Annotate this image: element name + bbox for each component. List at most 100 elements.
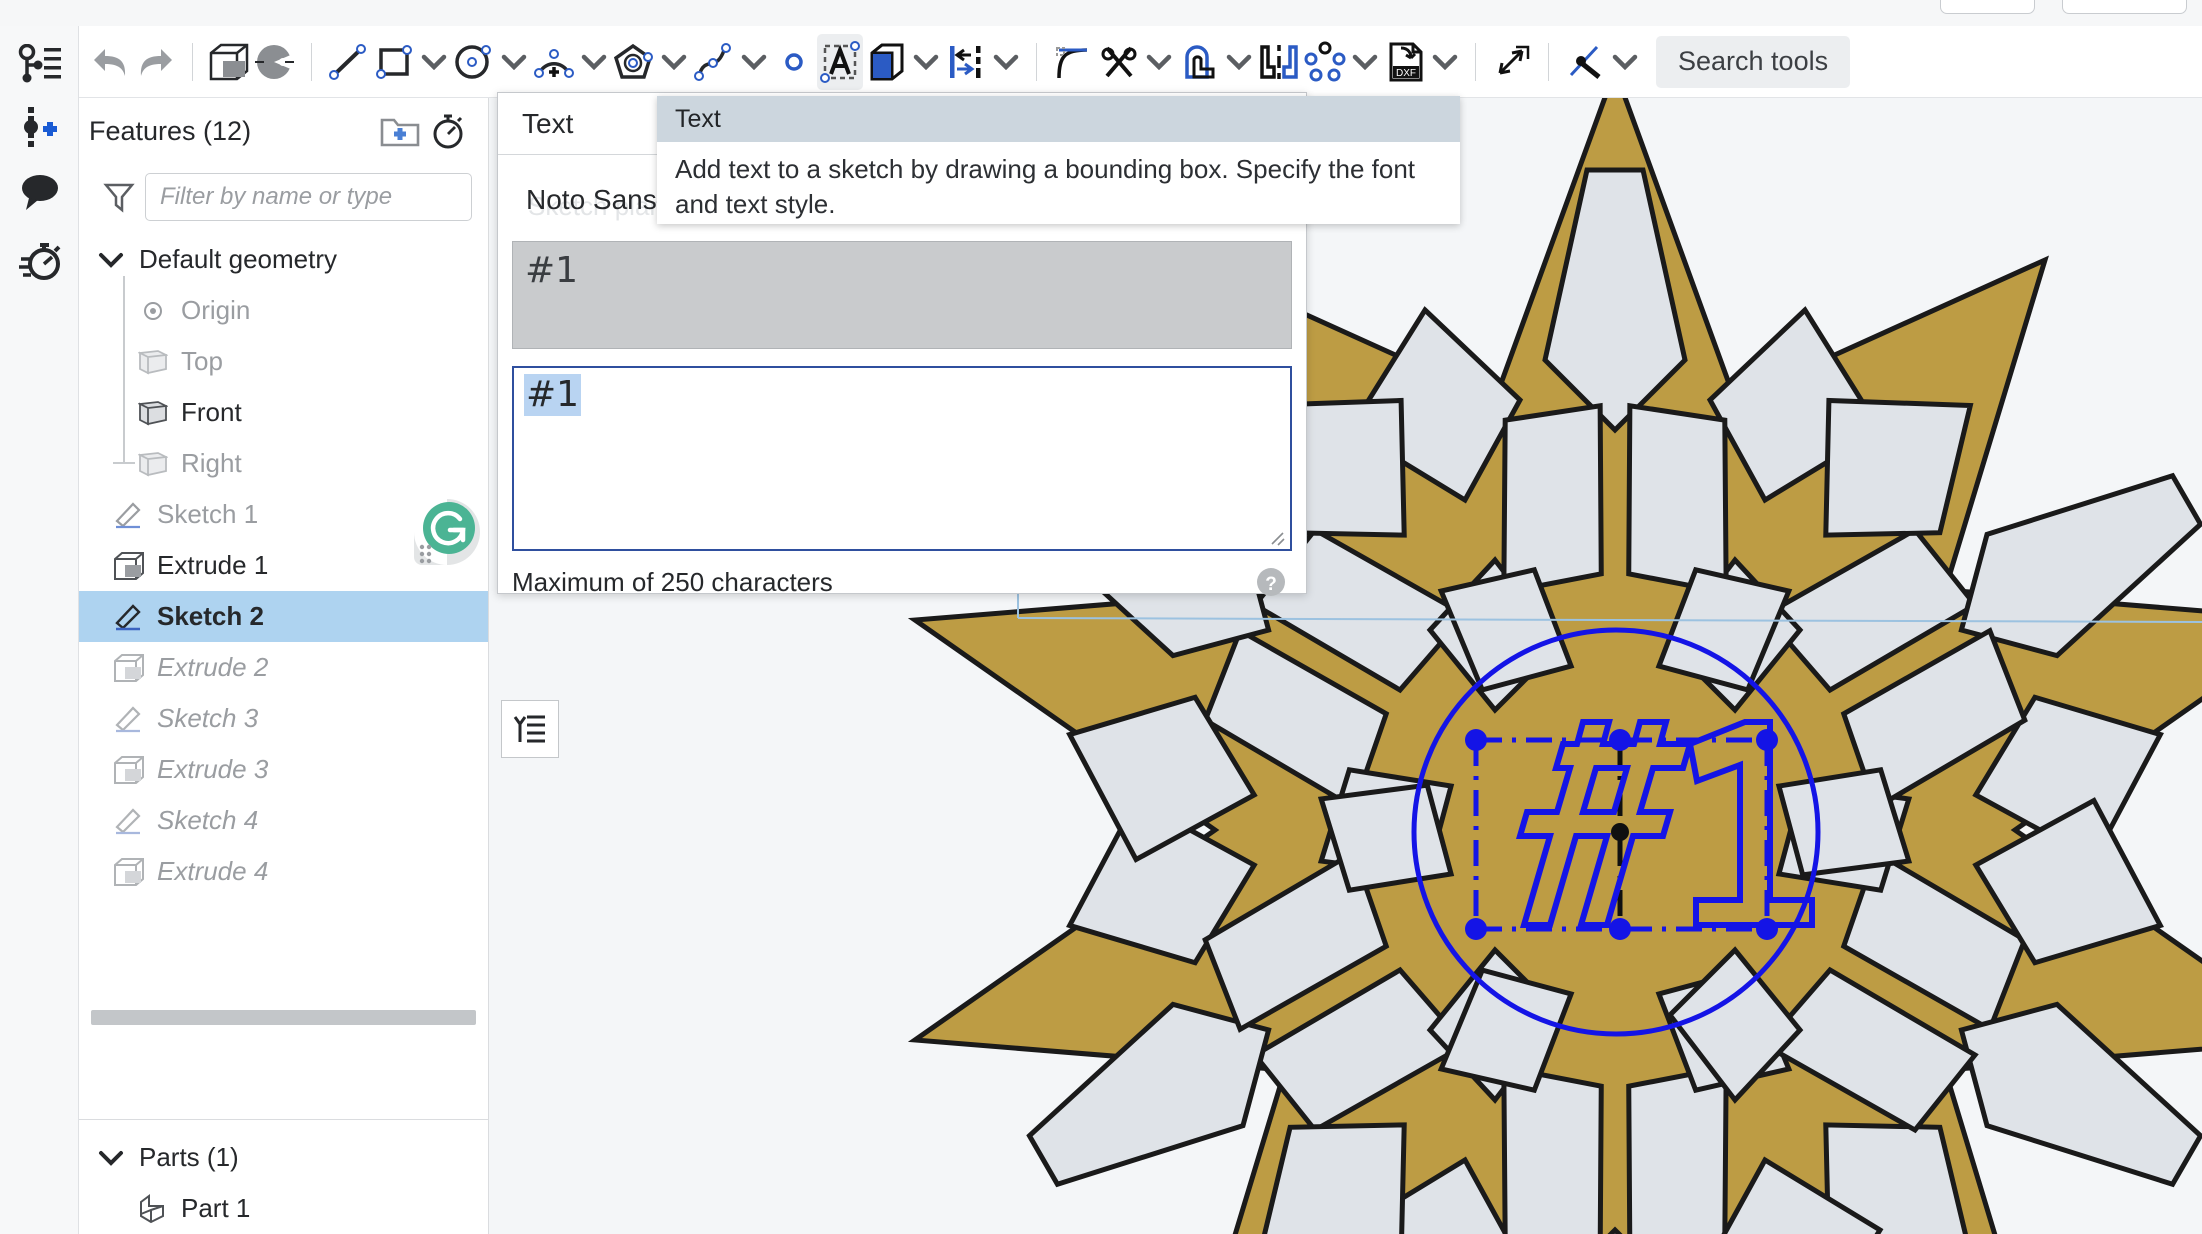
tree-item-label: Extrude 2 (157, 652, 269, 682)
search-input[interactable]: Filter by name or type (145, 173, 472, 221)
tree-item-extrude-4[interactable]: Extrude 4 (79, 846, 488, 897)
tree-item-sketch-4[interactable]: Sketch 4 (79, 795, 488, 846)
tree-item-label: Extrude 3 (157, 754, 269, 784)
history-icon[interactable] (0, 226, 79, 296)
chevron-down-icon[interactable] (737, 54, 771, 70)
feature-tree[interactable]: Default geometry Origin Top Front Right (79, 230, 488, 1119)
chevron-down-icon[interactable] (1428, 54, 1462, 70)
point-icon[interactable] (771, 34, 817, 90)
text-icon[interactable] (817, 33, 863, 90)
search-tools-input[interactable]: Search tools (1656, 35, 1851, 88)
chevron-down-icon[interactable] (1222, 54, 1256, 70)
trim-icon[interactable] (1096, 34, 1142, 90)
new-folder-icon[interactable] (376, 107, 424, 155)
tree-item-front-plane[interactable]: Front (79, 387, 488, 438)
tree-item-label: Sketch 3 (157, 703, 259, 733)
rectangle-icon[interactable] (371, 34, 417, 90)
comments-icon[interactable] (0, 158, 79, 228)
rollback-bar[interactable] (91, 1010, 476, 1025)
sketch-icon (109, 807, 149, 835)
toolbar-separator (1475, 42, 1476, 81)
pattern-icon[interactable] (1302, 34, 1348, 90)
chevron-down-icon[interactable] (577, 54, 611, 70)
chevron-down-icon[interactable] (91, 252, 131, 268)
chevron-down-icon[interactable] (497, 54, 531, 70)
tree-item-sketch-3[interactable]: Sketch 3 (79, 693, 488, 744)
mirror-icon[interactable] (1256, 34, 1302, 90)
offset-icon[interactable] (1176, 34, 1222, 90)
use-projection-icon[interactable] (863, 34, 909, 90)
part-icon (133, 1193, 173, 1224)
add-mate-connector-icon[interactable] (0, 92, 79, 162)
show-feature-list-icon[interactable] (501, 700, 559, 758)
sketch-icon (109, 705, 149, 733)
dialog-body: Sketch plane Noto Sans C Face of Extrude… (498, 173, 1306, 551)
feature-panel-header: Features (12) (79, 98, 488, 164)
tree-item-label: Part 1 (181, 1193, 251, 1223)
tree-item-right-plane[interactable]: Right (79, 438, 488, 489)
chevron-down-icon[interactable] (417, 54, 451, 70)
tree-item-part-1[interactable]: Part 1 (79, 1183, 488, 1234)
parts-section: Parts (1) Part 1 (79, 1120, 488, 1234)
undo-icon[interactable] (87, 34, 133, 90)
arc-icon[interactable] (531, 34, 577, 90)
sketch-toolbar: DXF Search tools (79, 26, 2202, 98)
toolbar-separator (1548, 42, 1549, 81)
sketch-icon (109, 501, 149, 529)
chevron-down-icon[interactable] (909, 54, 943, 70)
origin-icon (133, 298, 173, 324)
redo-icon[interactable] (133, 34, 179, 90)
extrude-icon (109, 755, 149, 785)
chevron-down-icon[interactable] (989, 54, 1023, 70)
grammarly-icon[interactable] (412, 497, 482, 567)
extrude-icon (109, 857, 149, 887)
tree-item-sketch-2[interactable]: Sketch 2 (79, 591, 488, 642)
tree-item-origin[interactable]: Origin (79, 285, 488, 336)
stopwatch-icon[interactable] (424, 107, 472, 155)
spline-icon[interactable] (691, 34, 737, 90)
transform-icon[interactable] (1489, 34, 1535, 90)
text-input-textarea[interactable]: #1 (512, 366, 1292, 551)
funnel-icon[interactable] (93, 181, 145, 213)
text-preview-box: #1 (512, 241, 1292, 349)
shaded-view-icon[interactable] (252, 34, 298, 90)
tree-group-parts[interactable]: Parts (1) (79, 1132, 488, 1183)
resize-grip-icon[interactable] (1269, 530, 1285, 546)
chevron-down-icon[interactable] (1608, 54, 1642, 70)
tree-group-default-geometry[interactable]: Default geometry (79, 234, 488, 285)
tree-item-label: Sketch 4 (157, 805, 259, 835)
sketch-icon (109, 603, 149, 631)
left-icon-rail (0, 26, 79, 1234)
tree-item-label: Right (181, 448, 242, 478)
extrude-icon[interactable] (206, 34, 252, 90)
chevron-down-icon[interactable] (657, 54, 691, 70)
extrude-icon (109, 653, 149, 683)
feature-list-icon[interactable] (0, 30, 79, 100)
top-pill-left[interactable] (1940, 0, 2035, 14)
dialog-footer: Maximum of 250 characters ? (498, 551, 1306, 613)
svg-text:DXF: DXF (1396, 68, 1416, 79)
tooltip-body: Add text to a sketch by drawing a boundi… (675, 154, 1416, 220)
polygon-icon[interactable] (611, 34, 657, 90)
constraint-icon[interactable] (1562, 34, 1608, 90)
line-icon[interactable] (325, 34, 371, 90)
dimension-icon[interactable] (943, 34, 989, 90)
top-pill-right[interactable] (2062, 0, 2187, 14)
tree-group-label: Parts (1) (139, 1142, 239, 1172)
fillet-icon[interactable] (1050, 34, 1096, 90)
chevron-down-icon[interactable] (91, 1150, 131, 1166)
chevron-down-icon[interactable] (1142, 54, 1176, 70)
tree-item-label: Front (181, 397, 242, 427)
dxf-import-icon[interactable]: DXF (1382, 34, 1428, 90)
tree-item-top-plane[interactable]: Top (79, 336, 488, 387)
extrude-icon (109, 551, 149, 581)
tree-group-label: Default geometry (139, 244, 337, 274)
help-icon[interactable]: ? (1254, 565, 1288, 599)
feature-list-panel: Features (12) Filter by name or type Def… (79, 98, 489, 1234)
chevron-down-icon[interactable] (1348, 54, 1382, 70)
tree-item-extrude-2[interactable]: Extrude 2 (79, 642, 488, 693)
tree-item-extrude-3[interactable]: Extrude 3 (79, 744, 488, 795)
tree-item-label: Extrude 1 (157, 550, 269, 580)
text-input-value: #1 (524, 374, 582, 416)
circle-icon[interactable] (451, 34, 497, 90)
